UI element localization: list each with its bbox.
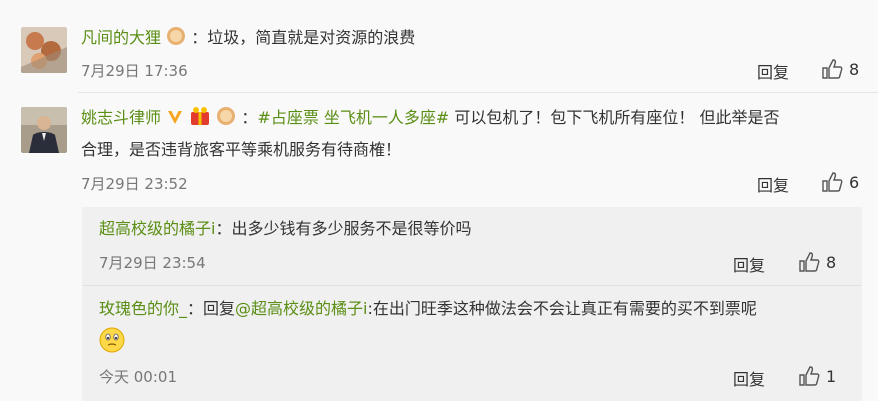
- comment-username[interactable]: 凡间的大狸: [81, 28, 161, 47]
- reply-button[interactable]: 回复: [757, 172, 789, 196]
- reply-username[interactable]: 玫瑰色的你_: [99, 299, 187, 318]
- reply-text: :在出门旺季这种做法会不会让真正有需要的买不到票呢: [367, 299, 757, 318]
- thumbs-up-icon: [799, 252, 820, 272]
- like-button[interactable]: 6: [821, 171, 859, 193]
- reply-time: 7月29日 23:54: [99, 254, 206, 272]
- avatar[interactable]: [21, 107, 67, 153]
- comment-username[interactable]: 姚志斗律师: [81, 108, 161, 127]
- like-count: 8: [849, 59, 860, 79]
- comment-time: 7月29日 17:36: [81, 62, 188, 80]
- divider: [78, 92, 878, 93]
- reply-username[interactable]: 超高校级的橘子i: [99, 219, 215, 238]
- member-badge-icon: [216, 106, 236, 132]
- emoji-icon: [99, 327, 125, 357]
- like-count: 8: [826, 252, 837, 272]
- reply-button[interactable]: 回复: [757, 59, 789, 83]
- thumbs-up-icon: [799, 366, 820, 386]
- hashtag-link[interactable]: #占座票 坐飞机一人多座#: [257, 108, 449, 127]
- like-button[interactable]: 8: [821, 58, 859, 80]
- like-count: 1: [826, 366, 837, 386]
- gift-badge-icon: [189, 106, 211, 132]
- reply-button[interactable]: 回复: [733, 252, 765, 276]
- reply-text-prefix: ：回复: [187, 299, 236, 318]
- thumbs-up-icon: [822, 172, 843, 192]
- like-button[interactable]: 8: [798, 251, 836, 273]
- mention-link[interactable]: @超高校级的橘子i: [235, 299, 367, 318]
- avatar[interactable]: [21, 27, 67, 73]
- like-count: 6: [849, 172, 860, 192]
- reply-text: ：出多少钱有多少服务不是很等价吗: [215, 219, 472, 238]
- like-button[interactable]: 1: [798, 365, 836, 387]
- comment-time: 7月29日 23:52: [81, 175, 188, 193]
- verified-v-icon: [166, 108, 184, 132]
- divider: [82, 285, 862, 286]
- comment-text: ：垃圾，简直就是对资源的浪费: [191, 28, 416, 47]
- reply-time: 今天 00:01: [99, 368, 177, 386]
- member-badge-icon: [166, 26, 186, 52]
- comment-text: 可以包机了！包下飞机所有座位！ 但此举是否: [449, 108, 780, 127]
- thumbs-up-icon: [822, 59, 843, 79]
- comment-text: 合理，是否违背旅客平等乘机服务有待商榷！: [81, 140, 402, 159]
- reply-button[interactable]: 回复: [733, 366, 765, 390]
